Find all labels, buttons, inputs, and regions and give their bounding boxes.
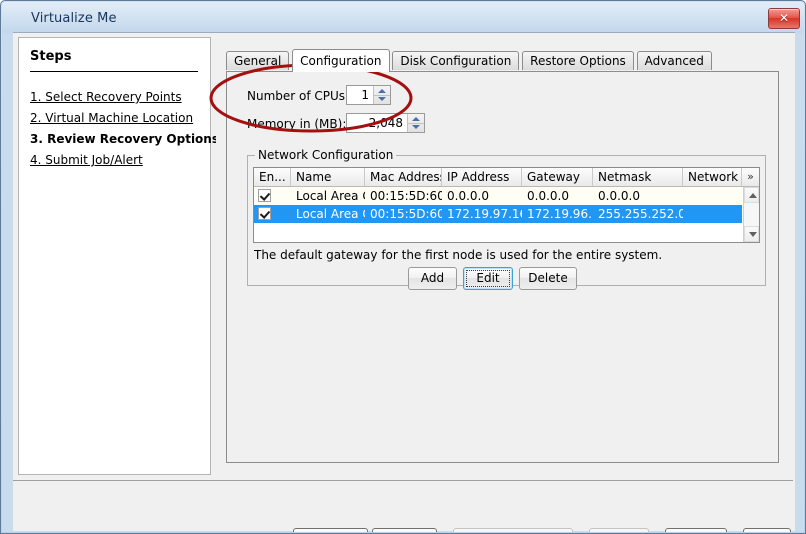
dialog-client-area: Steps 1. Select Recovery Points 2. Virtu…	[13, 32, 795, 532]
tab-strip: General Configuration Disk Configuration…	[226, 49, 712, 72]
cpu-value[interactable]: 1	[347, 86, 373, 104]
memory-value[interactable]: 2,048	[347, 114, 407, 132]
sidebar-item-virtual-machine-location[interactable]: 2. Virtual Machine Location	[30, 111, 193, 125]
window-title: Virtualize Me	[31, 11, 117, 26]
chevron-down-icon[interactable]	[412, 125, 420, 129]
network-table[interactable]: En... Name Mac Address IP Address Gatewa…	[253, 167, 760, 243]
table-row[interactable]: Local Area C... 00:15:5D:60... 172.19.97…	[254, 205, 742, 223]
cell-netmask: 0.0.0.0	[598, 189, 640, 203]
cell-gateway: 172.19.96.1	[527, 207, 593, 221]
cpu-stepper[interactable]: 1	[346, 85, 391, 105]
network-hint-text: The default gateway for the first node i…	[254, 248, 663, 262]
cell-mac-address: 00:15:5D:60...	[370, 207, 442, 221]
column-header-mac-address[interactable]: Mac Address	[365, 168, 442, 186]
steps-heading: Steps	[30, 49, 72, 64]
row-enabled-checkbox[interactable]	[258, 207, 271, 220]
triangle-down-icon	[748, 232, 757, 237]
cell-name: Local Area C...	[296, 207, 365, 221]
table-scrollbar[interactable]	[743, 187, 759, 242]
chevron-up-icon[interactable]	[378, 89, 386, 93]
cancel-button[interactable]: Cancel	[665, 528, 727, 532]
close-icon: ✕	[778, 11, 790, 25]
cpu-spin-buttons[interactable]	[373, 86, 390, 104]
table-header-row: En... Name Mac Address IP Address Gatewa…	[254, 168, 759, 187]
column-header-enabled[interactable]: En...	[254, 168, 291, 186]
close-button[interactable]: ✕	[768, 8, 800, 29]
scroll-up-button[interactable]	[744, 187, 759, 203]
tab-general[interactable]: General	[226, 51, 290, 70]
cell-name: Local Area C...	[296, 189, 365, 203]
cell-gateway: 0.0.0.0	[527, 189, 569, 203]
edit-button-label: Edit	[476, 271, 500, 285]
cell-netmask: 255.255.252.0	[598, 207, 683, 221]
tab-disk-configuration[interactable]: Disk Configuration	[392, 51, 520, 70]
chevron-up-icon[interactable]	[412, 117, 420, 121]
tab-restore-options[interactable]: Restore Options	[522, 51, 634, 70]
spin-divider	[374, 95, 390, 96]
window-chrome: Virtualize Me ✕ Steps 1. Select Recovery…	[2, 2, 804, 532]
cell-mac-address: 00:15:5D:60...	[370, 189, 442, 203]
column-header-netmask[interactable]: Netmask	[593, 168, 683, 186]
save-as-script-button: Save As Script	[453, 528, 573, 532]
tab-panel-configuration: Number of CPUs: 1 Memory in (MB): 2,048	[226, 71, 779, 463]
memory-label: Memory in (MB):	[247, 117, 347, 131]
triangle-up-icon	[748, 193, 757, 198]
content-panel: General Configuration Disk Configuration…	[216, 37, 789, 475]
scroll-down-button[interactable]	[744, 226, 759, 242]
cell-network-label	[683, 205, 743, 223]
steps-divider	[30, 71, 198, 72]
sidebar-item-select-recovery-points[interactable]: 1. Select Recovery Points	[30, 90, 182, 104]
cell-ip-address: 172.19.97.169	[447, 207, 522, 221]
tab-configuration[interactable]: Configuration	[292, 49, 390, 72]
back-button[interactable]: < Back	[293, 528, 368, 532]
title-bar[interactable]: Virtualize Me ✕	[2, 2, 804, 34]
table-row[interactable]: Local Area C... 00:15:5D:60... 0.0.0.0 0…	[254, 187, 742, 205]
delete-button[interactable]: Delete	[519, 267, 577, 290]
steps-panel: Steps 1. Select Recovery Points 2. Virtu…	[18, 37, 219, 475]
cell-network-label	[683, 187, 743, 205]
next-button[interactable]: Next >	[372, 528, 437, 532]
sidebar-item-submit-job-alert[interactable]: 4. Submit Job/Alert	[30, 153, 143, 167]
edit-button[interactable]: Edit	[463, 267, 513, 290]
memory-spin-buttons[interactable]	[407, 114, 424, 132]
column-header-gateway[interactable]: Gateway	[522, 168, 593, 186]
spin-divider	[408, 123, 424, 124]
tab-advanced[interactable]: Advanced	[636, 51, 712, 70]
footer-bar: < Back Next > Save As Script Finish Canc…	[13, 481, 793, 532]
column-header-ip-address[interactable]: IP Address	[442, 168, 522, 186]
cpu-label: Number of CPUs:	[247, 89, 350, 103]
chevron-down-icon[interactable]	[378, 97, 386, 101]
network-configuration-legend: Network Configuration	[255, 148, 397, 162]
application-window: Virtualize Me ✕ Steps 1. Select Recovery…	[0, 0, 806, 534]
column-chooser-icon[interactable]: »	[741, 168, 759, 186]
column-header-name[interactable]: Name	[291, 168, 365, 186]
memory-stepper[interactable]: 2,048	[346, 113, 425, 133]
cell-ip-address: 0.0.0.0	[447, 189, 489, 203]
add-button[interactable]: Add	[408, 267, 457, 290]
help-button[interactable]: Help	[743, 528, 791, 532]
row-enabled-checkbox[interactable]	[258, 189, 271, 202]
finish-button: Finish	[589, 528, 649, 532]
sidebar-item-review-recovery-options: 3. Review Recovery Options	[30, 132, 219, 146]
